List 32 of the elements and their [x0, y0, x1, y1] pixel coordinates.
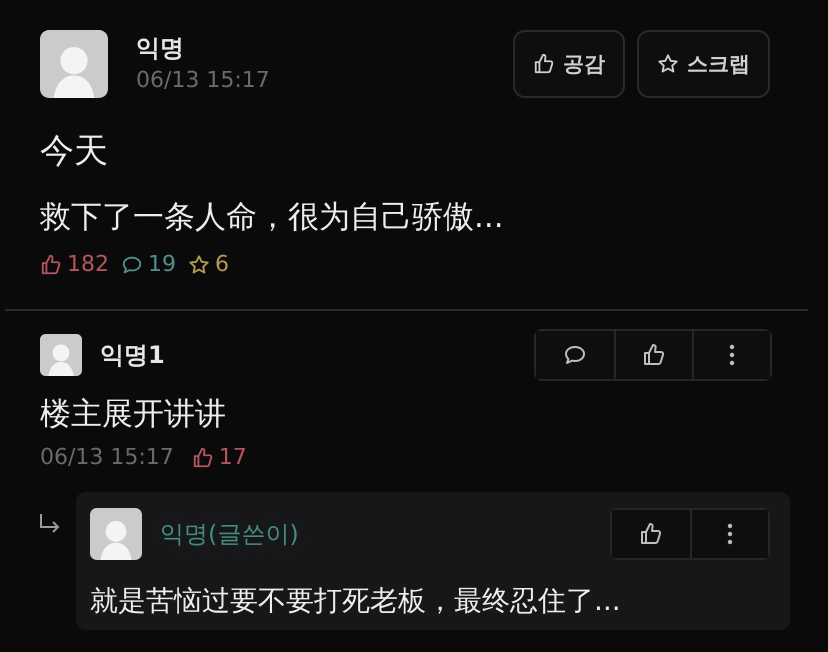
like-button[interactable] [614, 331, 692, 379]
comment-time: 06/13 15:17 [40, 445, 174, 470]
star-icon [188, 254, 210, 276]
speech-bubble-icon [563, 343, 587, 367]
like-button[interactable] [612, 510, 690, 558]
more-icon [727, 522, 733, 546]
star-icon [657, 53, 679, 75]
thumbs-up-icon [642, 343, 666, 367]
reply-button[interactable] [536, 331, 614, 379]
scrap-button[interactable]: 스크랩 [637, 30, 770, 98]
thumbs-up-icon [192, 446, 214, 468]
thumbs-up-icon [533, 53, 555, 75]
avatar-icon [40, 334, 82, 376]
author-name: 익명 [136, 33, 185, 64]
thumbs-up-icon [40, 254, 62, 276]
like-button[interactable]: 공감 [513, 30, 625, 98]
like-count: 182 [67, 252, 109, 277]
avatar-icon [90, 508, 142, 560]
reply-arrow-icon [38, 512, 62, 534]
more-icon [729, 343, 735, 367]
avatar-icon [40, 30, 108, 98]
like-count: 17 [218, 445, 247, 470]
thumbs-up-icon [639, 522, 663, 546]
post-body: 救下了一条人命，很为自己骄傲... [40, 198, 505, 237]
comment-text: 楼主展开讲讲 [40, 395, 227, 434]
commenter-name: 익명1 [100, 340, 165, 371]
comment-text: 就是苦恼过要不要打死老板，最终忍住了... [90, 583, 622, 619]
comment-count: 19 [148, 252, 176, 277]
scrap-count: 6 [215, 252, 229, 277]
post-title: 今天 [40, 130, 109, 173]
commenter-name: 익명(글쓴이) [160, 519, 299, 550]
post-time: 06/13 15:17 [136, 68, 270, 93]
